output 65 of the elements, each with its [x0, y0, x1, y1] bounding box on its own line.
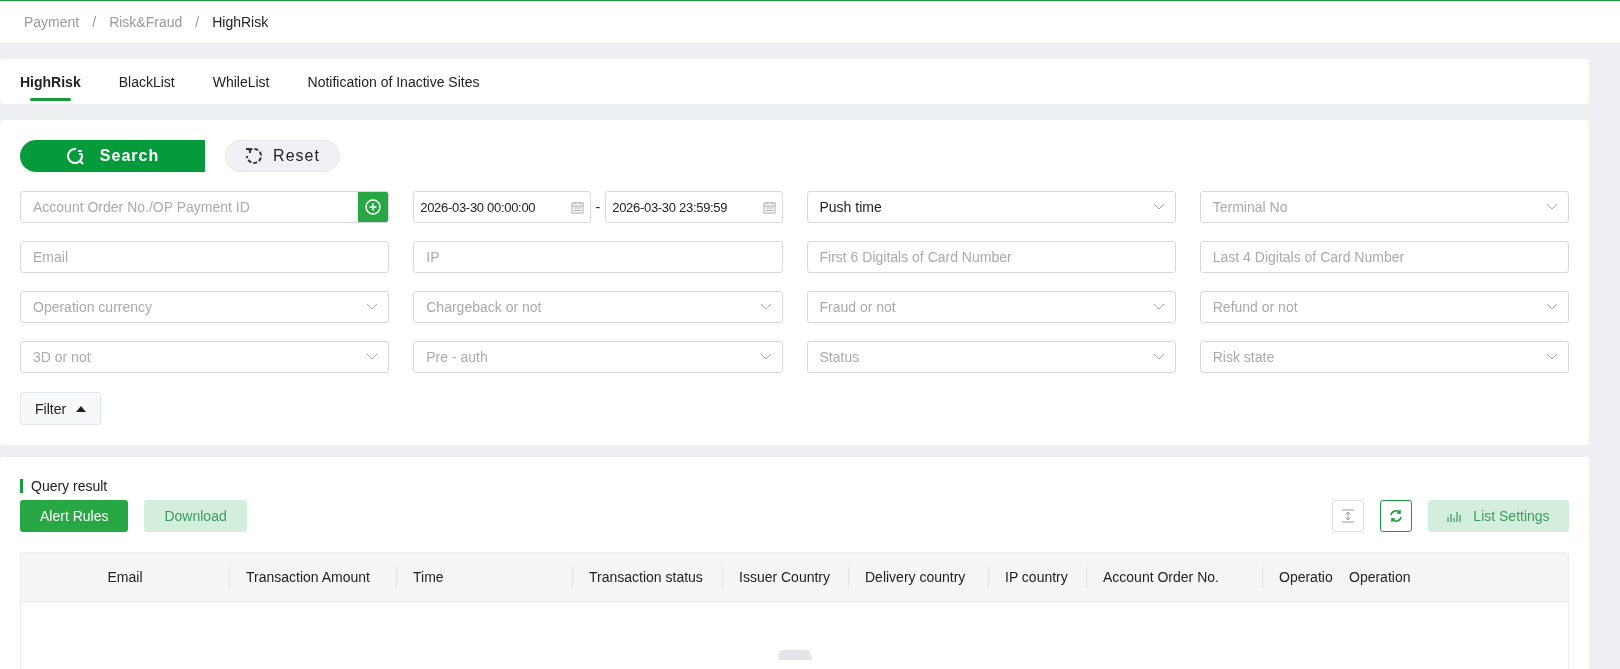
bar-chart-icon	[1447, 510, 1462, 522]
breadcrumb-separator: /	[195, 14, 200, 30]
refresh-button[interactable]	[1380, 500, 1412, 532]
chevron-down-icon	[759, 303, 772, 311]
select-field[interactable]: Chargeback or not	[413, 291, 783, 323]
breadcrumb-link[interactable]: HighRisk	[212, 14, 269, 30]
column-header: Transaction status	[589, 569, 703, 585]
chevron-down-icon	[1546, 303, 1558, 311]
select-field[interactable]: Risk state	[1199, 341, 1569, 373]
tab[interactable]: HighRisk	[20, 59, 81, 104]
density-button[interactable]	[1332, 500, 1364, 532]
chevron-down-icon	[1546, 203, 1558, 211]
input-field[interactable]: First 6 Digitals of Card Number	[806, 241, 1176, 273]
column-header: Email	[107, 569, 143, 585]
select-field[interactable]: Status	[806, 341, 1176, 373]
empty-state-icon	[777, 650, 812, 660]
input-field[interactable]: Email	[20, 241, 390, 273]
chevron-down-icon	[1546, 353, 1558, 361]
date-field[interactable]: 2026-03-30 23:59:59	[605, 191, 783, 223]
select-field[interactable]: Refund or not	[1199, 291, 1569, 323]
search-button[interactable]: Search	[20, 140, 205, 172]
plus-circle-icon	[365, 199, 382, 215]
calendar-icon	[762, 200, 776, 214]
column-header: Account Order No.	[1103, 569, 1219, 585]
breadcrumb-link[interactable]: Risk&Fraud	[109, 14, 183, 30]
section-title: Query result	[20, 479, 1569, 493]
input-field[interactable]: Last 4 Digitals of Card Number	[1199, 241, 1569, 273]
select-field[interactable]: Fraud or not	[806, 291, 1176, 323]
date-field[interactable]: 2026-03-30 00:00:00	[413, 191, 591, 223]
chevron-down-icon	[366, 353, 379, 361]
breadcrumb-link[interactable]: Payment	[24, 14, 80, 30]
action-button[interactable]: Alert Rules	[20, 500, 129, 532]
tab[interactable]: Notification of Inactive Sites	[307, 59, 480, 104]
range-separator: -	[595, 199, 601, 215]
column-header: Delivery country	[865, 569, 966, 585]
caret-icon	[76, 405, 87, 412]
select-field[interactable]: Terminal No	[1199, 191, 1569, 223]
column-header: IP country	[1005, 569, 1068, 585]
column-header: Operation	[1349, 569, 1411, 585]
column-header: Transaction Amount	[246, 569, 370, 585]
tab[interactable]: BlackList	[118, 59, 175, 104]
chevron-down-icon	[366, 303, 379, 311]
reset-button[interactable]: Reset	[225, 140, 340, 172]
select-field[interactable]: Operation currency	[20, 291, 390, 323]
reset-icon	[245, 147, 264, 165]
breadcrumb-separator: /	[92, 14, 97, 30]
calendar-icon	[570, 200, 584, 214]
expand-height-icon	[1341, 509, 1355, 523]
select-field[interactable]: Push time	[806, 191, 1176, 223]
chevron-down-icon	[1152, 303, 1165, 311]
input-field[interactable]: Account Order No./OP Payment ID	[20, 191, 390, 223]
add-button[interactable]	[358, 192, 389, 222]
search-icon	[65, 146, 86, 166]
column-header: Time	[413, 569, 444, 585]
column-header: Operatio	[1279, 569, 1333, 585]
chevron-down-icon	[1152, 353, 1165, 361]
chevron-down-icon	[759, 353, 772, 361]
input-field[interactable]: IP	[413, 241, 783, 273]
column-header: Issuer Country	[739, 569, 831, 585]
tab[interactable]: WhileList	[212, 59, 270, 104]
select-field[interactable]: Pre - auth	[413, 341, 783, 373]
refresh-icon	[1389, 509, 1403, 523]
select-field[interactable]: 3D or not	[20, 341, 390, 373]
chevron-down-icon	[1152, 203, 1165, 211]
filter-button[interactable]: Filter	[20, 392, 102, 425]
